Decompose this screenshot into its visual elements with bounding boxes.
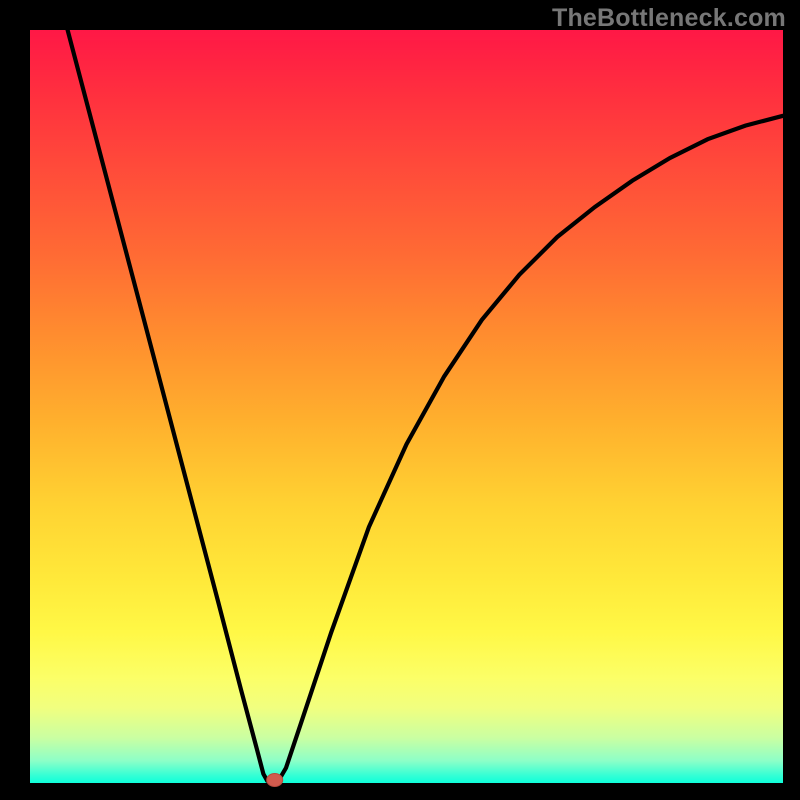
curve-right [279,116,784,781]
chart-frame: TheBottleneck.com [0,0,800,800]
curve-layer [30,30,783,783]
curve-left [68,30,268,781]
marker-dot [267,774,283,787]
watermark-text: TheBottleneck.com [552,4,786,33]
plot-area [30,30,783,783]
